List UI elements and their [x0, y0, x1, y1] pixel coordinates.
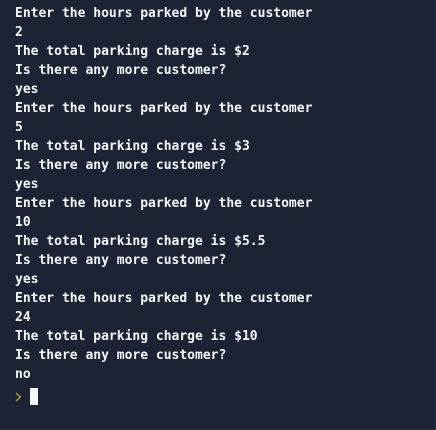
- console-line: Is there any more customer?: [15, 253, 227, 268]
- console-line: no: [15, 367, 31, 382]
- console-line: Is there any more customer?: [15, 63, 227, 78]
- console-line: Is there any more customer?: [15, 158, 227, 173]
- chevron-right-icon: [15, 387, 23, 406]
- console-line: The total parking charge is $5.5: [15, 234, 266, 249]
- console-line: Is there any more customer?: [15, 348, 227, 363]
- console-line: Enter the hours parked by the customer: [15, 6, 313, 21]
- console-line: yes: [15, 82, 39, 97]
- console-line: yes: [15, 177, 39, 192]
- console-line: yes: [15, 272, 39, 287]
- console-line: 5: [15, 120, 23, 135]
- console-output[interactable]: Enter the hours parked by the customer 2…: [0, 0, 436, 430]
- console-line: 24: [15, 310, 31, 325]
- console-line: 10: [15, 215, 31, 230]
- console-line: Enter the hours parked by the customer: [15, 101, 313, 116]
- console-line: 2: [15, 25, 23, 40]
- text-cursor: [30, 388, 38, 405]
- console-line: Enter the hours parked by the customer: [15, 196, 313, 211]
- console-line: Enter the hours parked by the customer: [15, 291, 313, 306]
- console-line: The total parking charge is $3: [15, 139, 250, 154]
- console-line: The total parking charge is $10: [15, 329, 258, 344]
- console-line: The total parking charge is $2: [15, 44, 250, 59]
- input-prompt[interactable]: [15, 387, 435, 406]
